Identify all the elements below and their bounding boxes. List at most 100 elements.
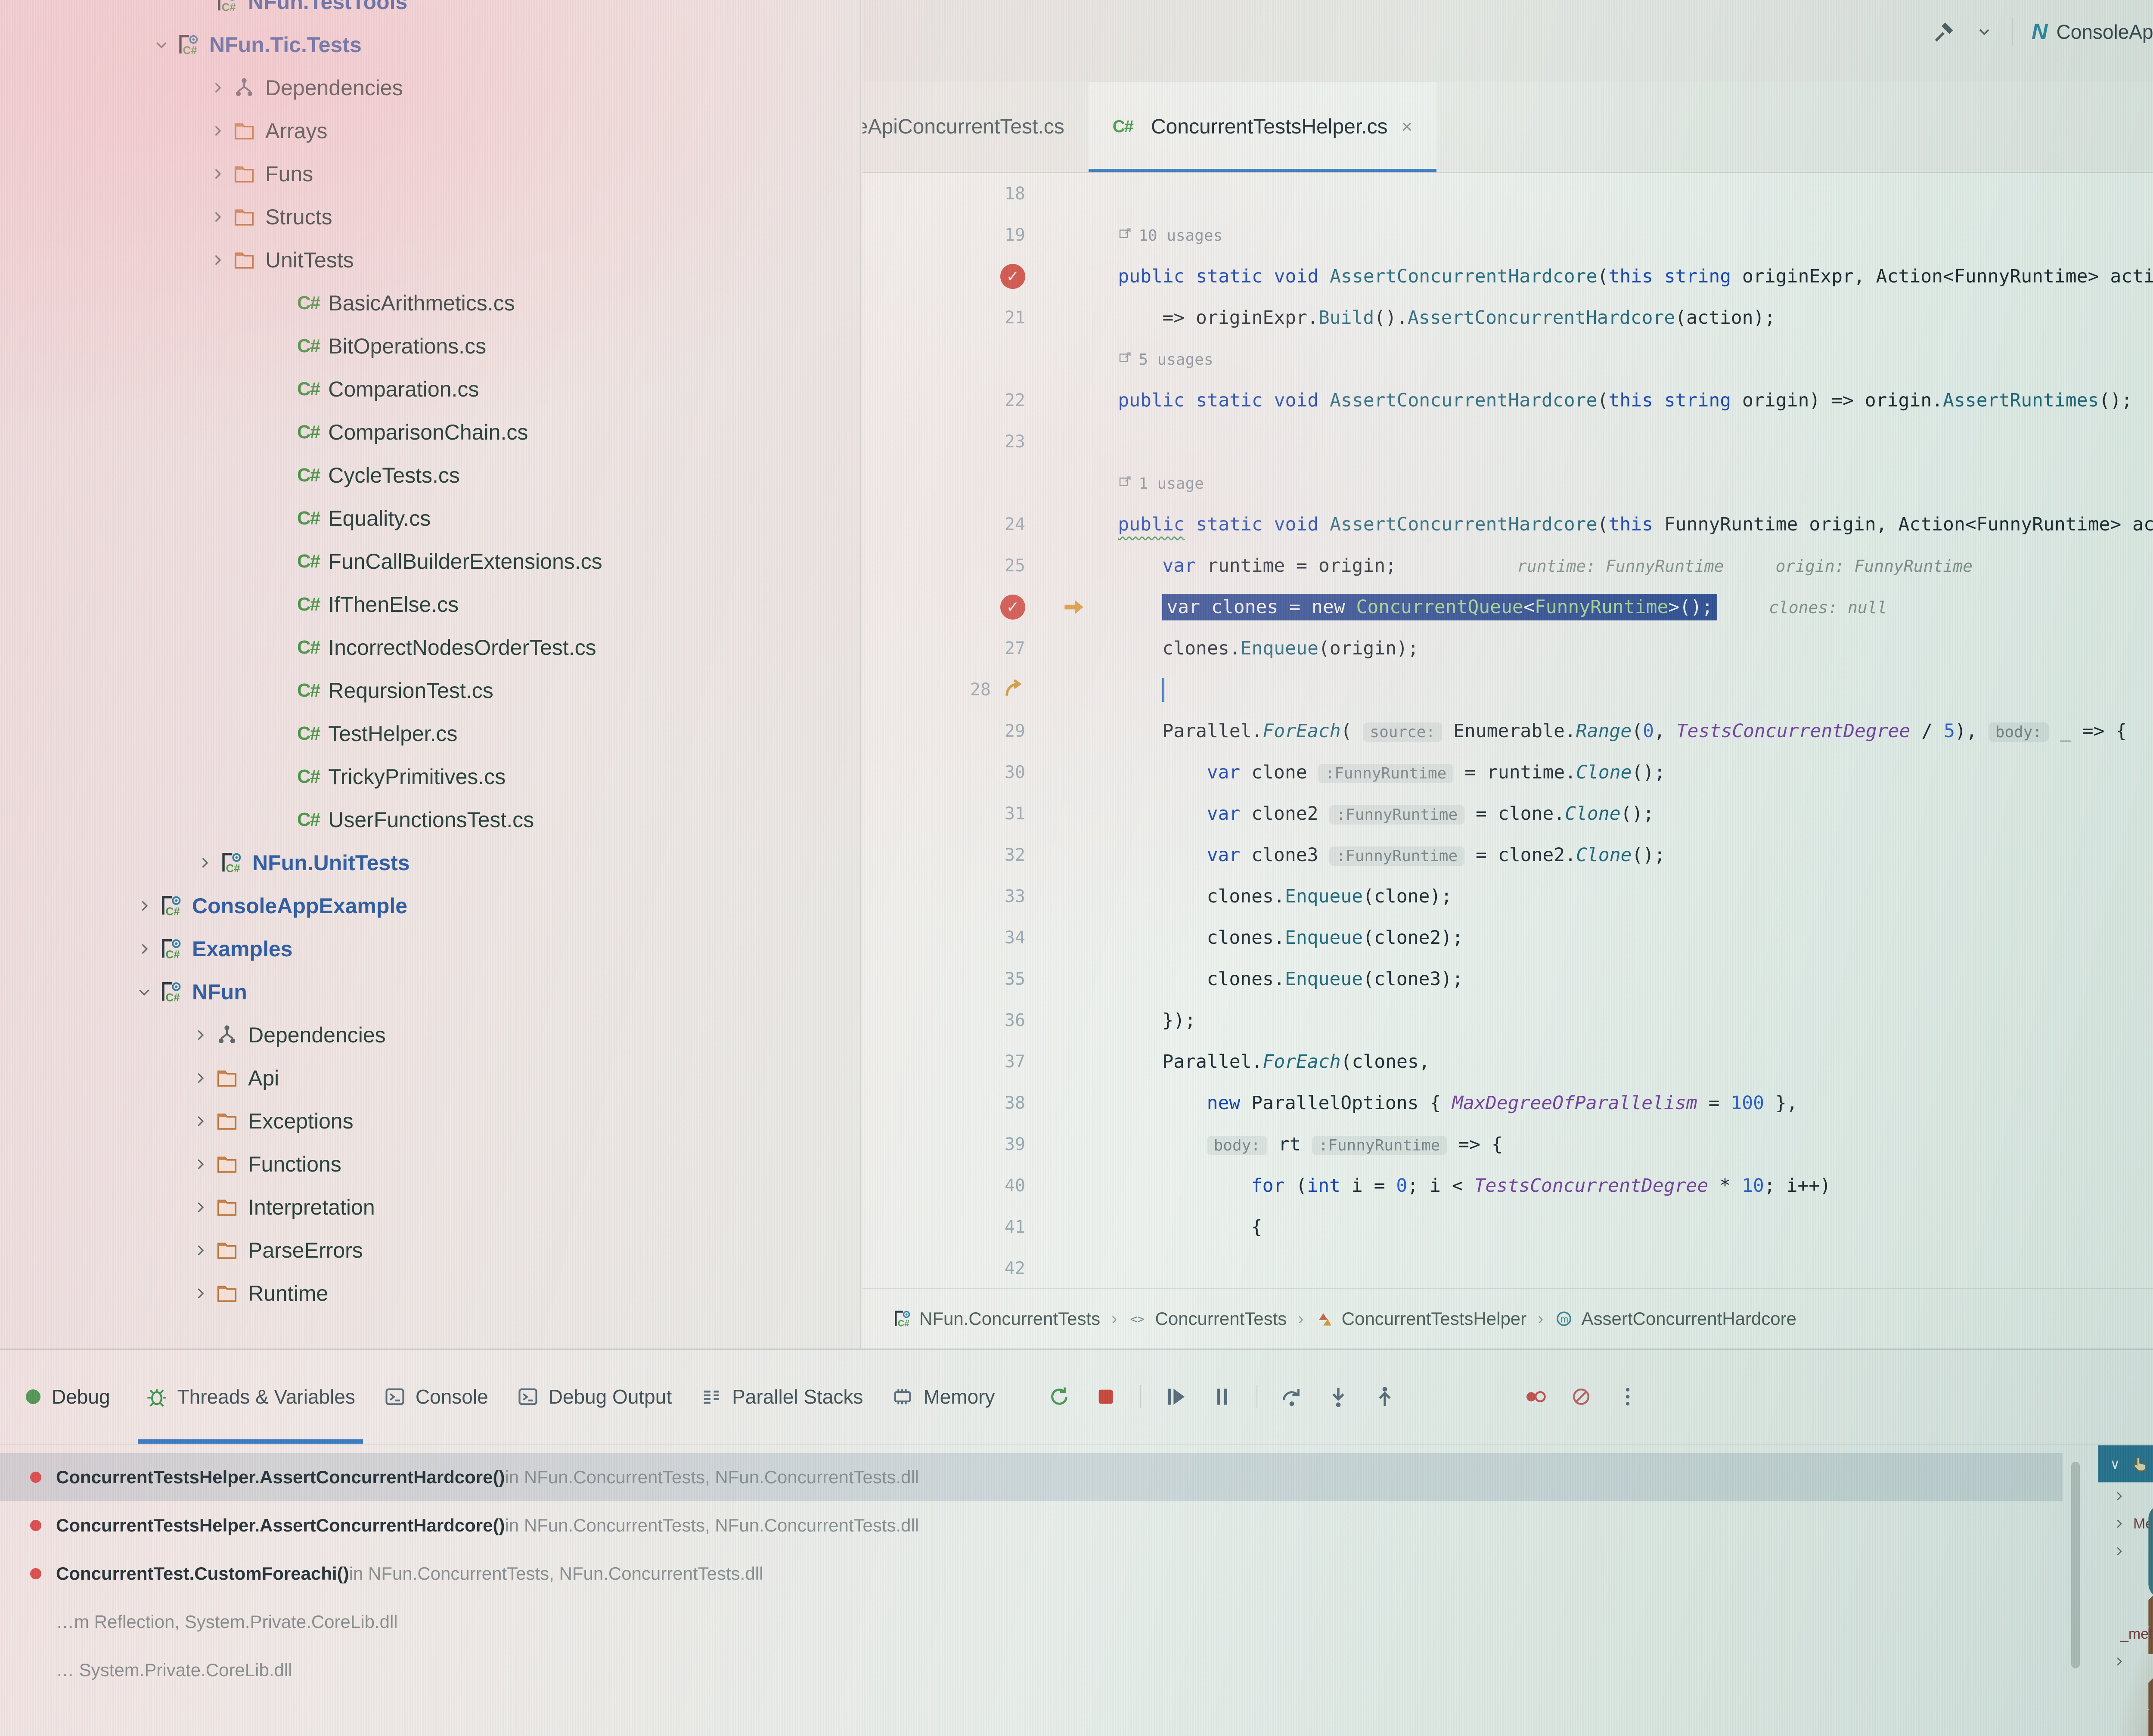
chevron-right-icon[interactable] xyxy=(2113,1655,2131,1668)
stack-frame[interactable]: … System.Private.CoreLib.dll xyxy=(0,1646,2063,1694)
stop-icon[interactable] xyxy=(1094,1385,1118,1409)
tree-item-incorrectnodesordertest-cs[interactable]: C#IncorrectNodesOrderTest.cs xyxy=(0,626,860,669)
code-line-42[interactable]: 42 xyxy=(862,1248,2153,1288)
code-line-28[interactable]: 28 xyxy=(862,669,2153,710)
tree-item-structs[interactable]: Structs xyxy=(0,195,860,239)
tree-item-trickyprimitives-cs[interactable]: C#TrickyPrimitives.cs xyxy=(0,755,860,798)
stack-frame[interactable]: ConcurrentTest.CustomForeachi() in NFun.… xyxy=(0,1550,2063,1598)
tree-item-nfun-testtools[interactable]: C#NFun.TestTools xyxy=(0,0,860,23)
mute-breakpoints-icon[interactable] xyxy=(1569,1385,1593,1409)
code-line-23[interactable]: 23 xyxy=(862,421,2153,462)
tree-item-ifthenelse-cs[interactable]: C#IfThenElse.cs xyxy=(0,583,860,626)
chevron-right-icon[interactable] xyxy=(185,1156,215,1172)
tree-item-dependencies[interactable]: Dependencies xyxy=(0,1014,860,1057)
usages-hint[interactable]: 1 usage xyxy=(1118,474,1204,493)
build-options-icon[interactable] xyxy=(1976,23,1993,40)
code-line-38[interactable]: 38new ParallelOptions { MaxDegreeOfParal… xyxy=(862,1082,2153,1124)
code-line[interactable]: 1 usage xyxy=(862,462,2153,504)
code-line-29[interactable]: 29Parallel.ForEach( source: Enumerable.R… xyxy=(862,710,2153,752)
tree-item-userfunctionstest-cs[interactable]: C#UserFunctionsTest.cs xyxy=(0,798,860,841)
code-line-30[interactable]: 30var clone :FunnyRuntime = runtime.Clon… xyxy=(862,752,2153,793)
chevron-right-icon[interactable] xyxy=(185,1243,215,1258)
tree-item-nfun-tic-tests[interactable]: C#NFun.Tic.Tests xyxy=(0,23,860,66)
code-line-27[interactable]: 27clones.Enqueue(origin); xyxy=(862,628,2153,669)
tree-item-testhelper-cs[interactable]: C#TestHelper.cs xyxy=(0,712,860,755)
more-icon[interactable] xyxy=(1616,1385,1640,1409)
view-breakpoints-icon[interactable] xyxy=(1523,1385,1547,1409)
pause-icon[interactable] xyxy=(1210,1385,1234,1409)
tree-item-arrays[interactable]: Arrays xyxy=(0,109,860,152)
tree-item-comparation-cs[interactable]: C#Comparation.cs xyxy=(0,368,860,411)
tree-item-funs[interactable]: Funs xyxy=(0,152,860,195)
close-tab-icon[interactable]: × xyxy=(1401,116,1412,138)
chevron-right-icon[interactable] xyxy=(202,123,233,139)
tree-item-funcallbuilderextensions-cs[interactable]: C#FunCallBuilderExtensions.cs xyxy=(0,540,860,583)
code-line-18[interactable]: 18 xyxy=(862,173,2153,214)
tree-item-comparisonchain-cs[interactable]: C#ComparisonChain.cs xyxy=(0,411,860,454)
editor-tab-2[interactable]: C#ConcurrentTestsHelper.cs× xyxy=(1089,82,1436,172)
breakpoint-icon[interactable]: ✓ xyxy=(1000,595,1025,620)
chevron-right-icon[interactable] xyxy=(185,1070,215,1086)
tree-item-nfun[interactable]: C#NFun xyxy=(0,970,860,1014)
chevron-right-icon[interactable] xyxy=(185,1286,215,1301)
tree-item-parseerrors[interactable]: ParseErrors xyxy=(0,1229,860,1272)
tree-item-examples[interactable]: C#Examples xyxy=(0,927,860,970)
code-line-22[interactable]: 22public static void AssertConcurrentHar… xyxy=(862,380,2153,421)
code-line-39[interactable]: 39body: rt :FunnyRuntime => { xyxy=(862,1124,2153,1165)
variable-row[interactable]: target = HardcoreApiConcurrentTest.<>c xyxy=(2098,1703,2153,1730)
chevron-right-icon[interactable] xyxy=(2113,1490,2131,1503)
code-line-32[interactable]: 32var clone3 :FunnyRuntime = clone2.Clon… xyxy=(862,834,2153,876)
tree-item-bitoperations-cs[interactable]: C#BitOperations.cs xyxy=(0,325,860,368)
code-editor[interactable]: 181910 usages✓public static void AssertC… xyxy=(862,173,2153,1288)
tree-item-cycletests-cs[interactable]: C#CycleTests.cs xyxy=(0,454,860,497)
code-line-26[interactable]: ✓var clones = new ConcurrentQueue<FunnyR… xyxy=(862,586,2153,628)
chevron-right-icon[interactable] xyxy=(202,80,233,96)
tree-item-functions[interactable]: Functions xyxy=(0,1143,860,1186)
chevron-right-icon[interactable] xyxy=(189,855,220,871)
debug-tab-console[interactable]: Console xyxy=(376,1350,496,1444)
code-line-35[interactable]: 35clones.Enqueue(clone3); xyxy=(862,958,2153,1000)
breadcrumb-item[interactable]: mAssertConcurrentHardcore xyxy=(1554,1308,1796,1329)
chevron-right-icon[interactable] xyxy=(2113,1517,2125,1530)
frames-scrollbar[interactable] xyxy=(2071,1462,2080,1668)
stack-frame[interactable]: ConcurrentTestsHelper.AssertConcurrentHa… xyxy=(0,1501,2063,1550)
code-line-31[interactable]: 31var clone2 :FunnyRuntime = clone.Clone… xyxy=(862,793,2153,834)
tree-item-basicarithmetics-cs[interactable]: C#BasicArithmetics.cs xyxy=(0,282,860,325)
code-line-33[interactable]: 33clones.Enqueue(clone); xyxy=(862,876,2153,917)
tree-item-equality-cs[interactable]: C#Equality.cs xyxy=(0,497,860,540)
tree-item-unittests[interactable]: UnitTests xyxy=(0,239,860,282)
code-line-41[interactable]: 41{ xyxy=(862,1206,2153,1248)
code-line-21[interactable]: 21=> originExpr.Build().AssertConcurrent… xyxy=(862,297,2153,338)
code-line-36[interactable]: 36}); xyxy=(862,1000,2153,1041)
tree-item-exceptions[interactable]: Exceptions xyxy=(0,1100,860,1143)
step-out-icon[interactable] xyxy=(1373,1385,1397,1409)
code-line-24[interactable]: 24public static void AssertConcurrentHar… xyxy=(862,504,2153,545)
debug-tab-threads-variables[interactable]: Threads & Variables xyxy=(138,1350,363,1444)
chevron-down-icon[interactable]: ∨ xyxy=(2110,1456,2120,1472)
chevron-right-icon[interactable] xyxy=(129,941,159,957)
tree-item-interpretation[interactable]: Interpretation xyxy=(0,1186,860,1229)
chevron-right-icon[interactable] xyxy=(185,1027,215,1043)
chevron-down-icon[interactable] xyxy=(146,37,177,53)
breadcrumb-item[interactable]: <>ConcurrentTests xyxy=(1129,1308,1287,1329)
usages-hint[interactable]: 10 usages xyxy=(1118,226,1222,245)
code-line-25[interactable]: 25var runtime = origin;runtime: FunnyRun… xyxy=(862,545,2153,586)
code-line-20[interactable]: ✓public static void AssertConcurrentHard… xyxy=(862,256,2153,297)
editor-tab-1[interactable]: C#HardcoreApiConcurrentTest.cs xyxy=(862,82,1089,172)
tree-item-consoleappexample[interactable]: C#ConsoleAppExample xyxy=(0,884,860,927)
stack-frame[interactable]: …m Reflection, System.Private.CoreLib.dl… xyxy=(0,1598,2063,1646)
debug-tab-parallel-stacks[interactable]: Parallel Stacks xyxy=(692,1350,871,1444)
tree-item-dependencies[interactable]: Dependencies xyxy=(0,66,860,109)
resume-icon[interactable] xyxy=(1163,1385,1188,1409)
debug-tab-memory[interactable]: Memory xyxy=(884,1350,1002,1444)
code-line-34[interactable]: 34clones.Enqueue(clone2); xyxy=(862,917,2153,958)
chevron-right-icon[interactable] xyxy=(185,1113,215,1129)
stack-frame[interactable]: ConcurrentTestsHelper.AssertConcurrentHa… xyxy=(0,1453,2063,1501)
tree-item-nfun-unittests[interactable]: C#NFun.UnitTests xyxy=(0,841,860,884)
step-into-icon[interactable] xyxy=(1326,1385,1350,1409)
chevron-right-icon[interactable] xyxy=(202,166,233,182)
chevron-down-icon[interactable] xyxy=(129,984,159,1000)
chevron-right-icon[interactable] xyxy=(202,252,233,268)
chevron-right-icon[interactable] xyxy=(185,1200,215,1215)
code-line[interactable]: 5 usages xyxy=(862,338,2153,380)
